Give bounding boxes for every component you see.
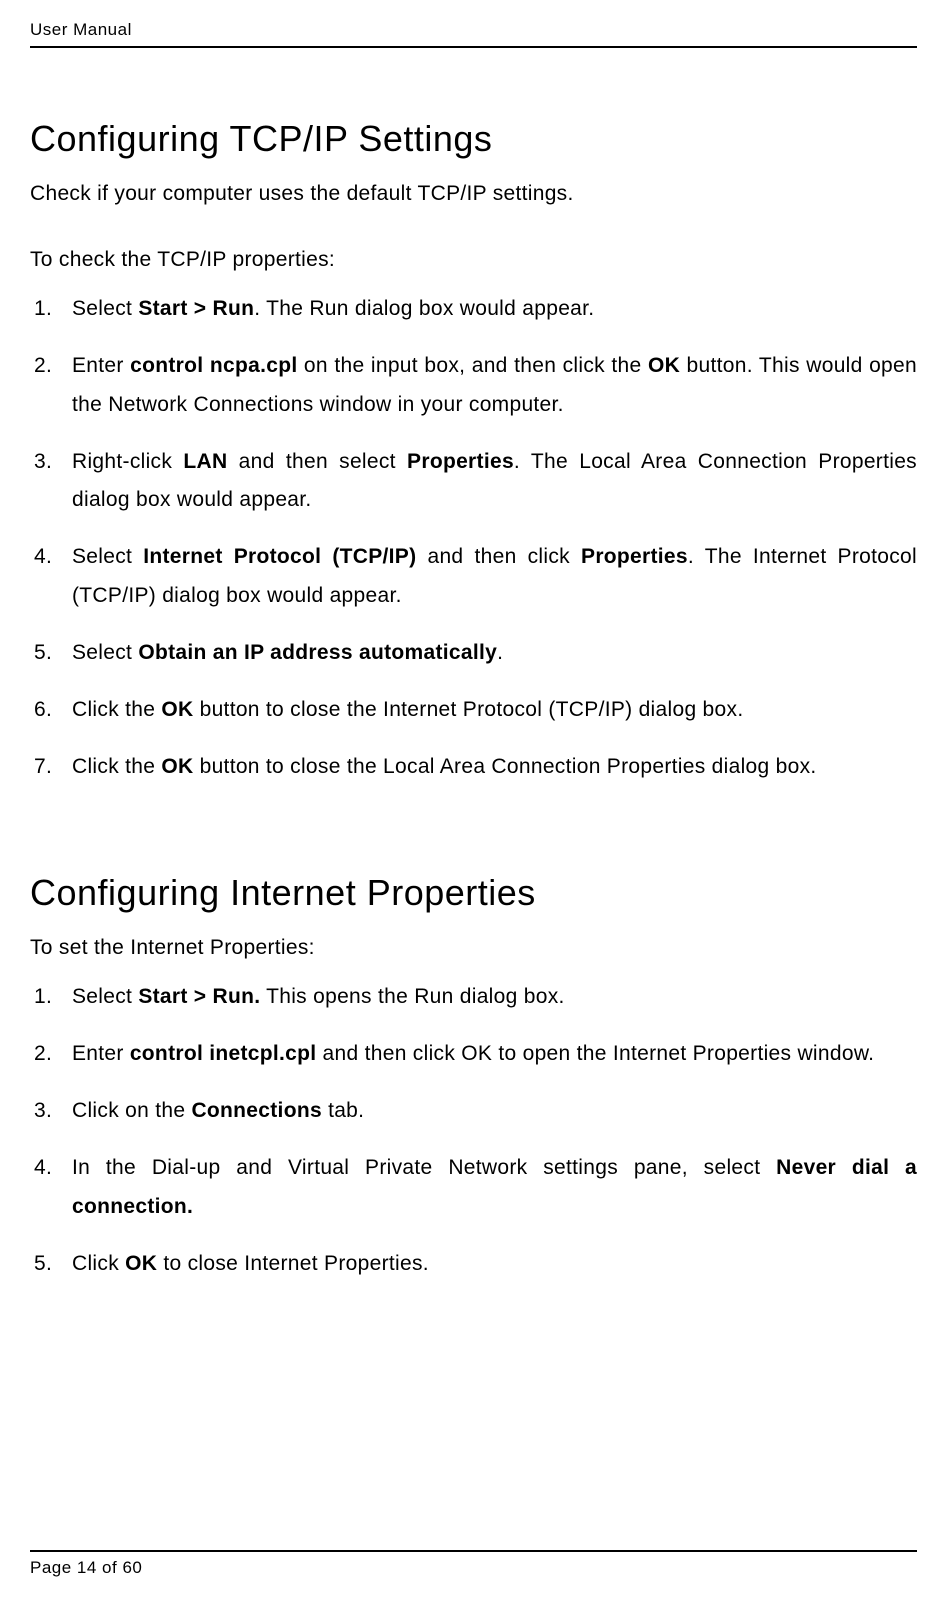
list-item: Select Start > Run. The Run dialog box w… — [72, 290, 917, 329]
page-number: Page 14 of 60 — [30, 1558, 917, 1578]
section-subheading: To check the TCP/IP properties: — [30, 248, 917, 272]
list-item: Click on the Connections tab. — [72, 1092, 917, 1131]
page-footer: Page 14 of 60 — [30, 1550, 917, 1578]
list-item: Click OK to close Internet Properties. — [72, 1245, 917, 1284]
list-item: Select Start > Run. This opens the Run d… — [72, 978, 917, 1017]
page-header: User Manual — [30, 20, 917, 48]
list-item: Click the OK button to close the Local A… — [72, 748, 917, 787]
list-item: Enter control ncpa.cpl on the input box,… — [72, 347, 917, 425]
list-item: Select Internet Protocol (TCP/IP) and th… — [72, 538, 917, 616]
section-heading-internet-props: Configuring Internet Properties — [30, 872, 917, 914]
header-title: User Manual — [30, 20, 917, 40]
list-item: Select Obtain an IP address automaticall… — [72, 634, 917, 673]
list-item: In the Dial-up and Virtual Private Netwo… — [72, 1149, 917, 1227]
steps-list-tcpip: Select Start > Run. The Run dialog box w… — [30, 290, 917, 786]
list-item: Enter control inetcpl.cpl and then click… — [72, 1035, 917, 1074]
section-intro: Check if your computer uses the default … — [30, 182, 917, 206]
list-item: Click the OK button to close the Interne… — [72, 691, 917, 730]
section-heading-tcpip: Configuring TCP/IP Settings — [30, 118, 917, 160]
steps-list-internet-props: Select Start > Run. This opens the Run d… — [30, 978, 917, 1283]
list-item: Right-click LAN and then select Properti… — [72, 443, 917, 521]
section-subheading: To set the Internet Properties: — [30, 936, 917, 960]
